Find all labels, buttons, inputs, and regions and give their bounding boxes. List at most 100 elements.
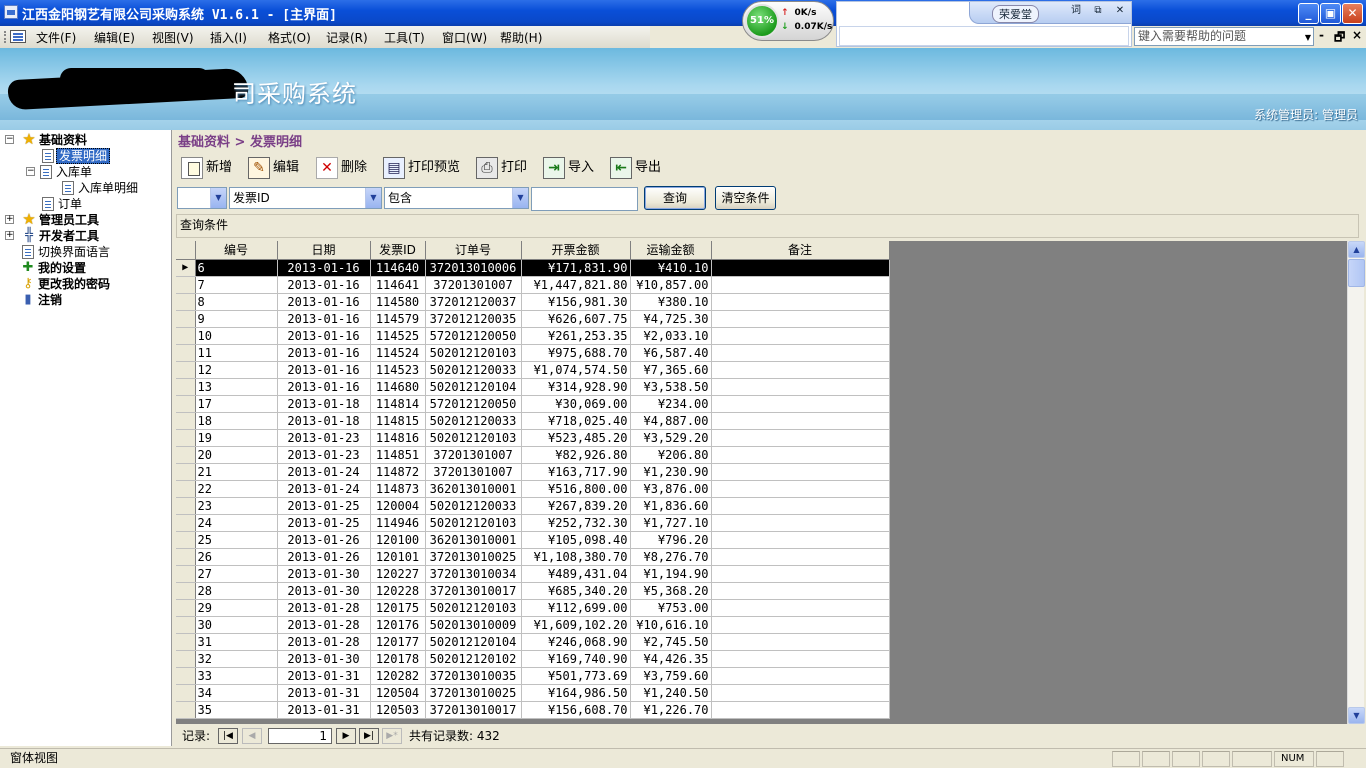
table-row[interactable]: 25 2013-01-26 120100 362013010001 ¥105,098.4… bbox=[176, 531, 890, 549]
table-cell[interactable]: ¥718,025.40 bbox=[521, 412, 631, 430]
table-cell[interactable]: 29 bbox=[195, 599, 278, 617]
help-search-input[interactable]: 键入需要帮助的问题 ▼ bbox=[1134, 27, 1314, 46]
row-selector[interactable] bbox=[176, 293, 196, 311]
table-cell[interactable]: 114946 bbox=[370, 514, 426, 532]
row-selector[interactable] bbox=[176, 633, 196, 651]
ime-word-button[interactable]: 词 bbox=[1068, 5, 1084, 19]
print-preview-button[interactable]: ▤ 打印预览 bbox=[383, 155, 460, 181]
new-button[interactable]: 新增 bbox=[181, 155, 232, 181]
scroll-up-icon[interactable]: ▲ bbox=[1348, 241, 1365, 258]
table-row[interactable]: 22 2013-01-24 114873 362013010001 ¥516,800.0… bbox=[176, 480, 890, 498]
menu-insert[interactable]: 插入(I) bbox=[210, 29, 247, 46]
table-cell[interactable]: 2013-01-16 bbox=[277, 293, 371, 311]
table-cell[interactable]: ¥3,759.60 bbox=[630, 667, 712, 685]
table-cell[interactable]: ¥3,538.50 bbox=[630, 378, 712, 396]
table-cell[interactable]: 502012120102 bbox=[425, 650, 522, 668]
table-cell[interactable]: ¥4,426.35 bbox=[630, 650, 712, 668]
table-cell[interactable] bbox=[711, 259, 890, 277]
row-selector[interactable] bbox=[176, 599, 196, 617]
table-cell[interactable]: 2013-01-18 bbox=[277, 395, 371, 413]
table-row[interactable]: 30 2013-01-28 120176 502013010009 ¥1,609,102… bbox=[176, 616, 890, 634]
column-header[interactable]: 运输金额 bbox=[630, 241, 712, 260]
vertical-scrollbar[interactable]: ▲ ▼ bbox=[1347, 241, 1365, 724]
column-header[interactable]: 日期 bbox=[277, 241, 371, 260]
table-cell[interactable]: ¥7,365.60 bbox=[630, 361, 712, 379]
table-cell[interactable]: 37201301007 bbox=[425, 446, 522, 464]
table-cell[interactable]: 2013-01-26 bbox=[277, 548, 371, 566]
table-cell[interactable]: 21 bbox=[195, 463, 278, 481]
filter-value-input[interactable] bbox=[531, 187, 638, 211]
table-cell[interactable]: 120100 bbox=[370, 531, 426, 549]
table-cell[interactable]: 114580 bbox=[370, 293, 426, 311]
ime-window-icon[interactable]: ⧉ bbox=[1090, 5, 1106, 19]
prev-record-icon[interactable]: ◀ bbox=[242, 728, 262, 744]
table-cell[interactable]: ¥2,745.50 bbox=[630, 633, 712, 651]
row-selector[interactable] bbox=[176, 565, 196, 583]
menu-window[interactable]: 窗口(W) bbox=[442, 29, 487, 46]
table-cell[interactable]: 13 bbox=[195, 378, 278, 396]
table-cell[interactable]: 2013-01-24 bbox=[277, 463, 371, 481]
table-cell[interactable]: ¥489,431.04 bbox=[521, 565, 631, 583]
table-cell[interactable] bbox=[711, 463, 890, 481]
table-row[interactable]: 35 2013-01-31 120503 372013010017 ¥156,608.7… bbox=[176, 701, 890, 719]
table-cell[interactable] bbox=[711, 327, 890, 345]
logic-select[interactable]: ▼ bbox=[177, 187, 227, 209]
table-cell[interactable]: 22 bbox=[195, 480, 278, 498]
table-cell[interactable]: 120228 bbox=[370, 582, 426, 600]
table-cell[interactable]: ¥685,340.20 bbox=[521, 582, 631, 600]
row-selector[interactable] bbox=[176, 276, 196, 294]
table-cell[interactable]: 11 bbox=[195, 344, 278, 362]
table-cell[interactable]: 35 bbox=[195, 701, 278, 719]
table-cell[interactable]: ¥1,226.70 bbox=[630, 701, 712, 719]
table-row[interactable]: 31 2013-01-28 120177 502012120104 ¥246,068.9… bbox=[176, 633, 890, 651]
doc-close-button[interactable]: × bbox=[1352, 28, 1362, 42]
table-cell[interactable]: ¥1,240.50 bbox=[630, 684, 712, 702]
table-cell[interactable] bbox=[711, 395, 890, 413]
table-cell[interactable]: 502012120103 bbox=[425, 599, 522, 617]
table-cell[interactable]: 2013-01-16 bbox=[277, 344, 371, 362]
table-cell[interactable] bbox=[711, 378, 890, 396]
table-cell[interactable]: ¥112,699.00 bbox=[521, 599, 631, 617]
table-cell[interactable]: 502012120104 bbox=[425, 633, 522, 651]
table-cell[interactable]: 114525 bbox=[370, 327, 426, 345]
document-icon[interactable] bbox=[10, 30, 26, 43]
table-cell[interactable]: ¥1,194.90 bbox=[630, 565, 712, 583]
row-selector[interactable] bbox=[176, 650, 196, 668]
table-cell[interactable]: 372012120037 bbox=[425, 293, 522, 311]
table-cell[interactable]: 502012120033 bbox=[425, 412, 522, 430]
doc-minimize-button[interactable]: - bbox=[1319, 28, 1324, 42]
table-cell[interactable]: 502012120103 bbox=[425, 514, 522, 532]
table-cell[interactable]: 362013010001 bbox=[425, 480, 522, 498]
menu-tools[interactable]: 工具(T) bbox=[384, 29, 425, 46]
table-cell[interactable]: 120504 bbox=[370, 684, 426, 702]
table-cell[interactable] bbox=[711, 429, 890, 447]
table-cell[interactable]: ¥206.80 bbox=[630, 446, 712, 464]
table-cell[interactable]: 8 bbox=[195, 293, 278, 311]
table-cell[interactable]: 572012120050 bbox=[425, 395, 522, 413]
table-cell[interactable] bbox=[711, 310, 890, 328]
table-cell[interactable]: 17 bbox=[195, 395, 278, 413]
table-cell[interactable]: 2013-01-18 bbox=[277, 412, 371, 430]
chevron-down-icon[interactable]: ▼ bbox=[512, 188, 528, 208]
table-cell[interactable]: ¥3,876.00 bbox=[630, 480, 712, 498]
table-cell[interactable]: 120176 bbox=[370, 616, 426, 634]
query-button[interactable]: 查询 bbox=[644, 186, 706, 210]
minimize-button[interactable]: _ bbox=[1298, 3, 1319, 24]
table-row[interactable]: 34 2013-01-31 120504 372013010025 ¥164,986.5… bbox=[176, 684, 890, 702]
table-cell[interactable] bbox=[711, 599, 890, 617]
table-cell[interactable] bbox=[711, 412, 890, 430]
row-selector[interactable] bbox=[176, 378, 196, 396]
table-cell[interactable]: 20 bbox=[195, 446, 278, 464]
table-cell[interactable] bbox=[711, 293, 890, 311]
table-cell[interactable]: ¥2,033.10 bbox=[630, 327, 712, 345]
table-cell[interactable]: 7 bbox=[195, 276, 278, 294]
table-cell[interactable]: 120227 bbox=[370, 565, 426, 583]
table-cell[interactable]: ¥252,732.30 bbox=[521, 514, 631, 532]
table-row[interactable]: 12 2013-01-16 114523 502012120033 ¥1,074,574… bbox=[176, 361, 890, 379]
table-cell[interactable]: ¥1,836.60 bbox=[630, 497, 712, 515]
tree-item-basic-data[interactable]: − ★ 基础资料 bbox=[3, 132, 89, 148]
table-cell[interactable]: 502012120033 bbox=[425, 361, 522, 379]
menu-records[interactable]: 记录(R) bbox=[326, 29, 368, 46]
table-cell[interactable]: 2013-01-28 bbox=[277, 633, 371, 651]
field-select[interactable]: 发票ID ▼ bbox=[229, 187, 382, 209]
